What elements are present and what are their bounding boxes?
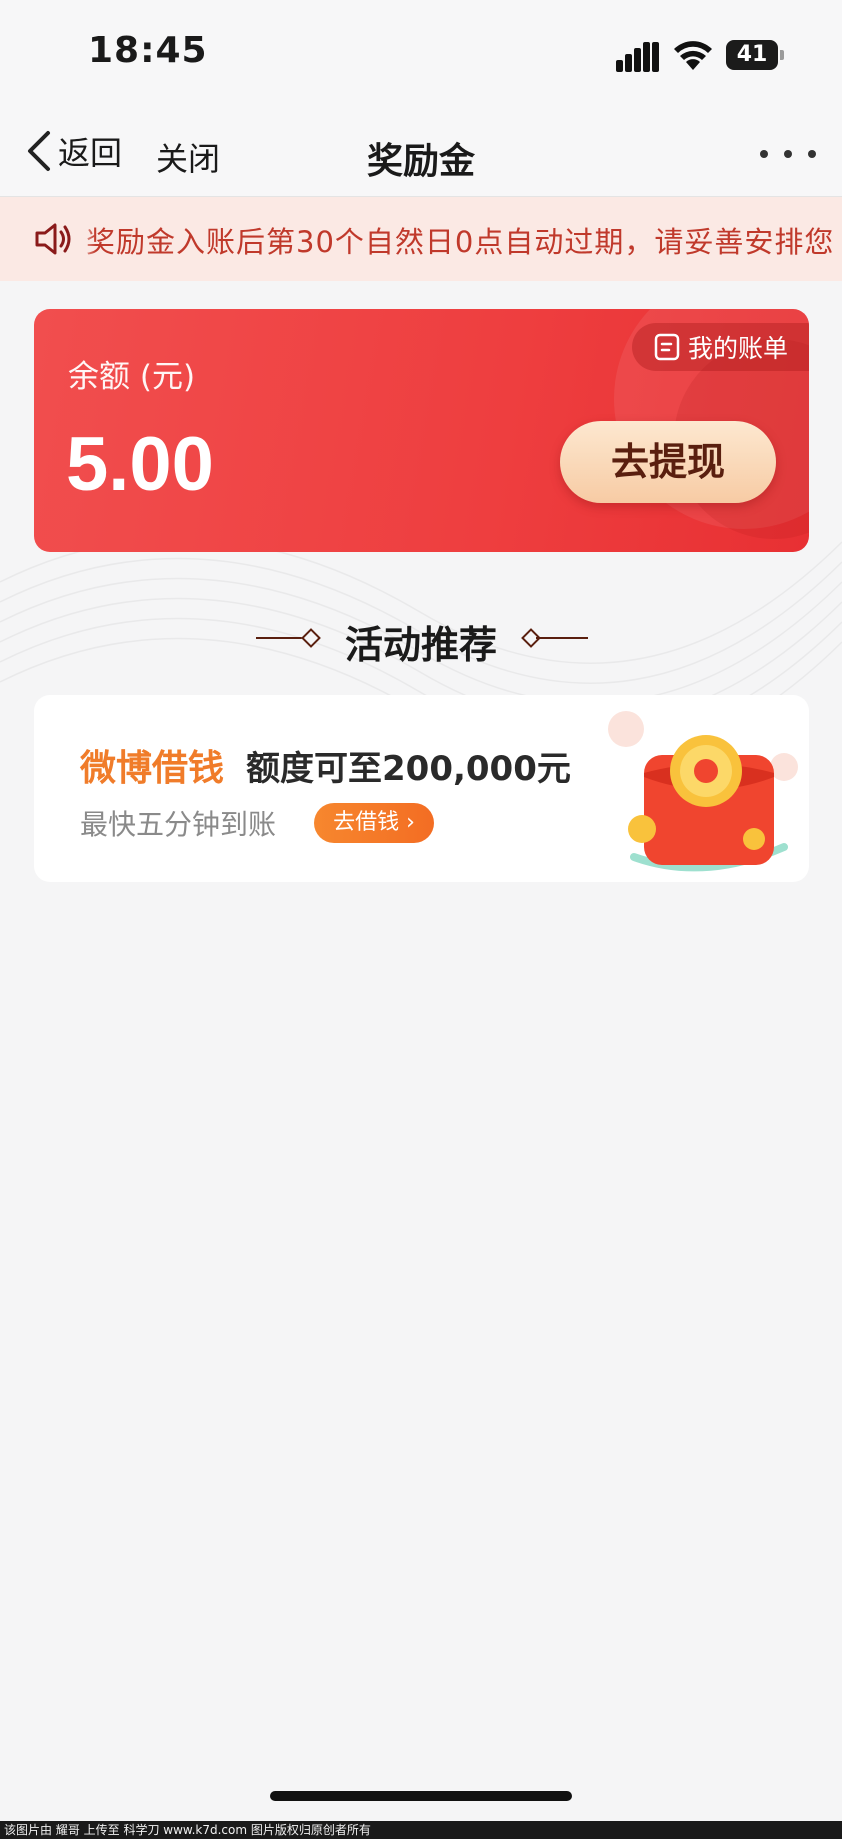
section-header: 活动推荐 <box>0 612 842 667</box>
nav-bar: 返回 关闭 奖励金 <box>0 110 842 197</box>
my-bill-button[interactable]: 我的账单 <box>632 323 809 371</box>
balance-label: 余额 (元) <box>68 359 196 395</box>
bill-icon <box>654 333 680 361</box>
notice-banner: 奖励金入账后第30个自然日0点自动过期，请妥善安排您 <box>0 197 842 281</box>
borrow-button[interactable]: 去借钱 › <box>314 803 434 843</box>
my-bill-label: 我的账单 <box>688 334 789 363</box>
promo-brand: 微博借钱 <box>80 748 225 789</box>
red-envelope-icon <box>608 711 798 872</box>
watermark-text: 该图片由 耀哥 上传至 科学刀 www.k7d.com 图片版权归原创者所有 <box>0 1821 842 1839</box>
balance-card: 我的账单 余额 (元) 5.00 去提现 <box>34 309 809 552</box>
promo-card[interactable]: 微博借钱 额度可至200,000元 最快五分钟到账 去借钱 › <box>34 695 809 882</box>
status-time: 18:45 <box>88 30 208 71</box>
section-title: 活动推荐 <box>344 623 497 667</box>
battery-icon: 41 <box>726 40 784 70</box>
battery-level: 41 <box>726 40 778 70</box>
home-indicator[interactable] <box>270 1791 572 1801</box>
balance-amount: 5.00 <box>66 422 214 507</box>
promo-headline: 额度可至200,000元 <box>246 749 571 789</box>
notice-text: 奖励金入账后第30个自然日0点自动过期，请妥善安排您 <box>86 225 835 259</box>
status-bar: 18:45 41 <box>0 0 842 110</box>
more-options-icon[interactable] <box>760 144 816 164</box>
wifi-icon <box>674 41 712 70</box>
promo-subtitle: 最快五分钟到账 <box>80 808 277 841</box>
cellular-signal-icon <box>616 42 659 72</box>
withdraw-button[interactable]: 去提现 <box>560 421 776 503</box>
page-title: 奖励金 <box>366 141 475 182</box>
speaker-icon <box>35 223 71 255</box>
